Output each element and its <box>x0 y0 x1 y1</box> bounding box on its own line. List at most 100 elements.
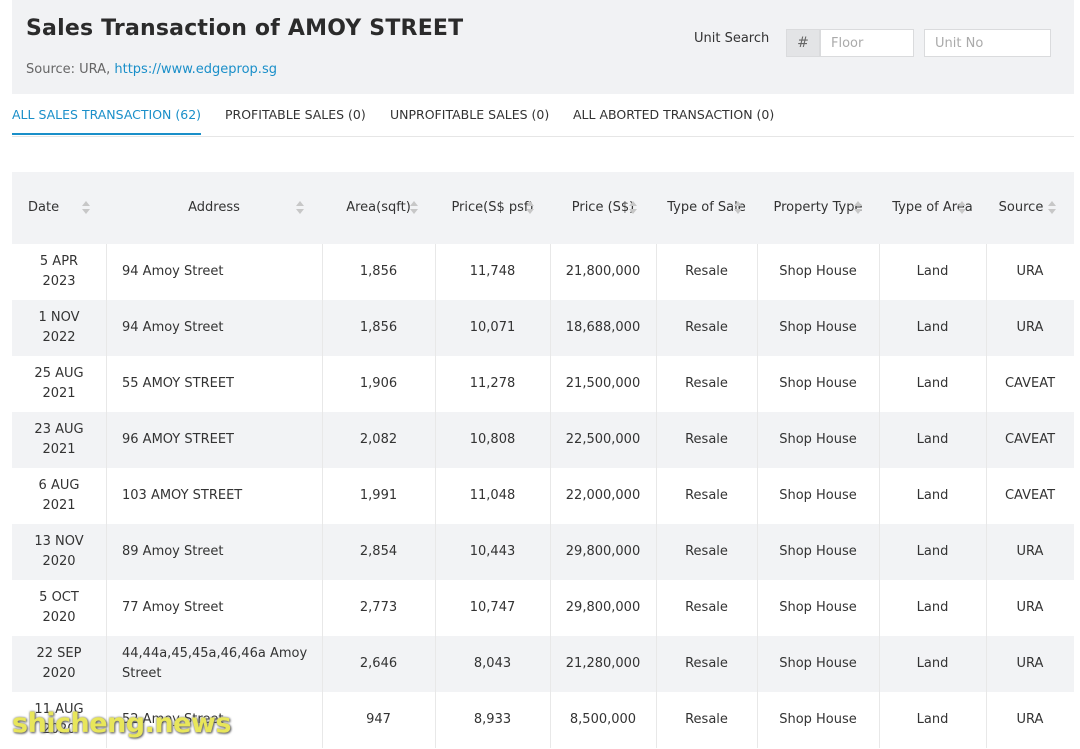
sort-icon[interactable] <box>296 200 304 216</box>
cell-property-type: Shop House <box>779 488 857 503</box>
unit-search-label: Unit Search <box>694 31 770 46</box>
source-link[interactable]: https://www.edgeprop.sg <box>114 62 277 77</box>
sort-icon[interactable] <box>734 200 742 216</box>
table-row: 1 NOV 2022 94 Amoy Street 1,856 10,071 18,68… <box>12 300 1074 356</box>
cell-address: 55 AMOY STREET <box>122 376 234 391</box>
cell-property-type: Shop House <box>779 320 857 335</box>
column-divider <box>322 692 323 748</box>
column-divider <box>322 580 323 636</box>
cell-area: 1,856 <box>359 320 398 335</box>
cell-type-of-sale: Resale <box>685 432 728 447</box>
cell-source: URA <box>1016 656 1044 671</box>
column-divider <box>550 636 551 692</box>
column-header-type-of-area[interactable]: Type of Area <box>879 172 986 244</box>
column-divider <box>550 300 551 356</box>
cell-date: 13 NOV 2020 <box>34 534 84 569</box>
column-divider <box>879 244 880 300</box>
column-divider <box>879 300 880 356</box>
cell-date: 6 AUG 2021 <box>38 478 80 513</box>
cell-area: 2,854 <box>359 544 398 559</box>
cell-source: URA <box>1016 600 1044 615</box>
column-divider <box>757 244 758 300</box>
unit-no-input[interactable] <box>924 29 1051 57</box>
sort-icon[interactable] <box>410 200 418 216</box>
column-divider <box>435 412 436 468</box>
cell-source: URA <box>1016 712 1044 727</box>
cell-address: 94 Amoy Street <box>122 320 224 335</box>
column-header-date[interactable]: Date <box>28 172 78 244</box>
cell-price-psf: 10,747 <box>469 600 516 615</box>
column-divider <box>435 580 436 636</box>
sort-icon[interactable] <box>854 200 862 216</box>
cell-price-psf: 10,443 <box>469 544 516 559</box>
cell-address: 94 Amoy Street <box>122 264 224 279</box>
cell-price: 22,500,000 <box>565 432 641 447</box>
cell-price-psf: 11,048 <box>469 488 516 503</box>
cell-price: 21,280,000 <box>565 656 641 671</box>
cell-date: 25 AUG 2021 <box>34 366 84 401</box>
column-divider <box>106 356 107 412</box>
cell-price-psf: 11,748 <box>469 264 516 279</box>
table-row: 23 AUG 2021 96 AMOY STREET 2,082 10,808 22,5… <box>12 412 1074 468</box>
cell-type-of-area: Land <box>916 376 949 391</box>
column-divider <box>106 524 107 580</box>
cell-price: 29,800,000 <box>565 544 641 559</box>
table-row: 5 APR 2023 94 Amoy Street 1,856 11,748 21,80… <box>12 244 1074 300</box>
column-divider <box>656 468 657 524</box>
column-header-area[interactable]: Area(sqft) <box>322 172 435 244</box>
column-divider <box>435 300 436 356</box>
column-divider <box>879 524 880 580</box>
cell-price: 21,500,000 <box>565 376 641 391</box>
column-divider <box>656 300 657 356</box>
tab-all-aborted-transaction[interactable]: ALL ABORTED TRANSACTION (0) <box>573 107 774 122</box>
cell-date: 23 AUG 2021 <box>34 422 84 457</box>
tab-unprofitable-sales[interactable]: UNPROFITABLE SALES (0) <box>390 107 549 122</box>
cell-source: URA <box>1016 544 1044 559</box>
cell-price-psf: 11,278 <box>469 376 516 391</box>
cell-price: 18,688,000 <box>565 320 641 335</box>
column-divider <box>879 412 880 468</box>
cell-area: 2,082 <box>359 432 398 447</box>
cell-type-of-sale: Resale <box>685 600 728 615</box>
column-divider <box>106 300 107 356</box>
column-divider <box>106 244 107 300</box>
column-divider <box>986 412 987 468</box>
cell-type-of-area: Land <box>916 488 949 503</box>
column-divider <box>757 524 758 580</box>
floor-input[interactable] <box>820 29 914 57</box>
cell-source: URA <box>1016 264 1044 279</box>
cell-address: 89 Amoy Street <box>122 544 224 559</box>
table-row: 6 AUG 2021 103 AMOY STREET 1,991 11,048 22,0… <box>12 468 1074 524</box>
column-divider <box>435 636 436 692</box>
cell-type-of-sale: Resale <box>685 376 728 391</box>
cell-date: 22 SEP 2020 <box>36 646 82 681</box>
column-divider <box>986 468 987 524</box>
cell-price-psf: 10,808 <box>469 432 516 447</box>
cell-area: 947 <box>366 712 391 727</box>
column-divider <box>435 524 436 580</box>
cell-price-psf: 10,071 <box>469 320 516 335</box>
table-row: 5 OCT 2020 77 Amoy Street 2,773 10,747 29,80… <box>12 580 1074 636</box>
cell-address: 96 AMOY STREET <box>122 432 234 447</box>
column-divider <box>986 692 987 748</box>
column-divider <box>757 300 758 356</box>
sort-icon[interactable] <box>1048 200 1056 216</box>
sort-icon[interactable] <box>526 200 534 216</box>
column-divider <box>550 524 551 580</box>
cell-property-type: Shop House <box>779 600 857 615</box>
column-header-address[interactable]: Address <box>106 172 322 244</box>
column-header-price[interactable]: Price (S$) <box>550 172 656 244</box>
sort-icon[interactable] <box>82 200 90 216</box>
tab-all-sales-transaction[interactable]: ALL SALES TRANSACTION (62) <box>12 107 202 135</box>
cell-type-of-sale: Resale <box>685 320 728 335</box>
column-divider <box>322 412 323 468</box>
tab-profitable-sales[interactable]: PROFITABLE SALES (0) <box>225 107 366 122</box>
column-divider <box>550 692 551 748</box>
column-header-source[interactable]: Source <box>986 172 1056 244</box>
sort-icon[interactable] <box>629 200 637 216</box>
cell-price: 21,800,000 <box>565 264 641 279</box>
sort-icon[interactable] <box>958 200 966 216</box>
cell-property-type: Shop House <box>779 712 857 727</box>
column-divider <box>986 580 987 636</box>
watermark: shicheng.news <box>12 708 231 739</box>
